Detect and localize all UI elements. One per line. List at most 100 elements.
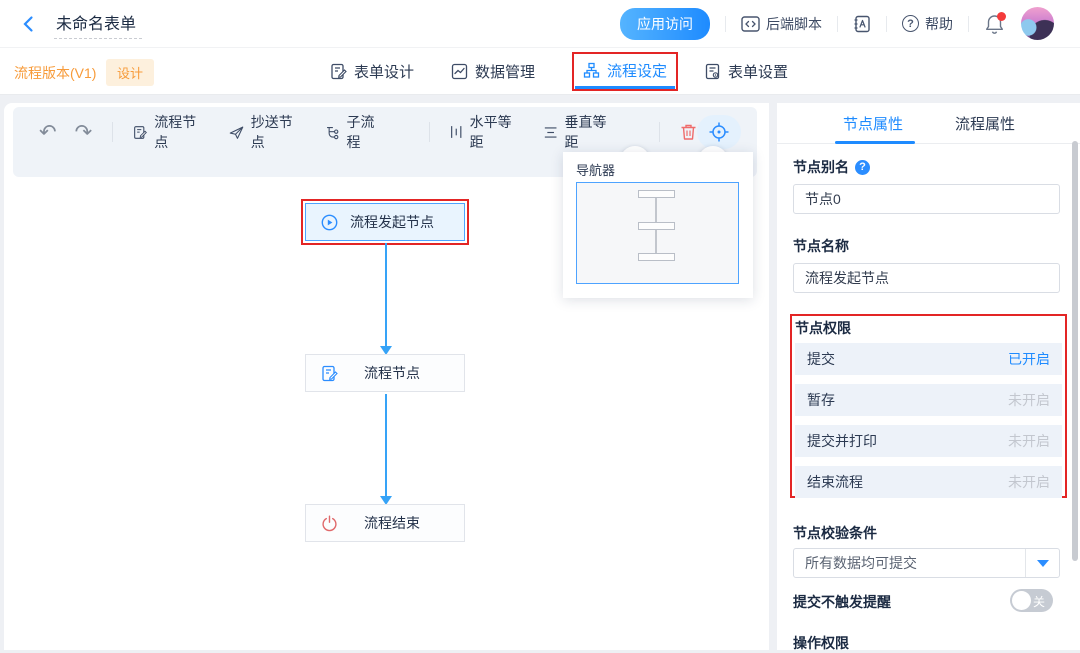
properties-panel: 节点属性 流程属性 节点别名 ? 节点名称 节点权限 提交 已开启 暂存 未开启…	[777, 103, 1080, 650]
backend-script-label: 后端脚本	[766, 14, 822, 34]
flow-end-node[interactable]: 流程结束	[305, 504, 465, 542]
sidebar-scrollbar[interactable]	[1072, 141, 1078, 561]
help-button[interactable]: ? 帮助	[902, 14, 953, 34]
main-tabs: 表单设计 数据管理 流程设定	[330, 48, 825, 95]
minimap-node	[638, 190, 675, 198]
tab-data-management[interactable]: 数据管理	[451, 61, 535, 82]
add-cc-node-button[interactable]: 抄送节点	[229, 112, 298, 152]
redo-button[interactable]: ↷	[75, 122, 93, 143]
sidebar-tabs: 节点属性 流程属性	[777, 103, 1080, 144]
subflow-icon	[325, 124, 339, 141]
tab-label: 流程设定	[607, 60, 667, 81]
app-access-button[interactable]: 应用访问	[620, 8, 710, 40]
code-icon	[741, 16, 760, 32]
tab-label: 表单设计	[354, 61, 414, 82]
divider	[725, 16, 726, 32]
paper-plane-icon	[229, 124, 244, 141]
permission-row-submit[interactable]: 提交 已开启	[795, 343, 1062, 375]
chevron-left-icon	[20, 15, 38, 33]
vertical-distribute-button[interactable]: 垂直等距	[544, 112, 611, 152]
notification-button[interactable]	[984, 13, 1006, 35]
permission-status: 已开启	[1008, 349, 1050, 369]
chevron-down-icon	[1037, 560, 1049, 567]
power-icon	[321, 515, 338, 532]
flow-node-icon	[321, 365, 338, 382]
toolbar-item-label: 流程节点	[154, 112, 201, 152]
add-flow-node-button[interactable]: 流程节点	[133, 112, 201, 152]
label-text: 操作权限	[793, 633, 849, 653]
toggle-knob	[1012, 591, 1031, 610]
divider	[112, 122, 113, 142]
connector-line	[385, 394, 387, 496]
divider	[429, 122, 430, 142]
minimap-connector	[655, 230, 657, 253]
select-caret-cell	[1025, 549, 1059, 577]
tab-label: 数据管理	[475, 61, 535, 82]
start-node-annotation: 流程发起节点	[301, 199, 469, 245]
tab-node-properties[interactable]: 节点属性	[843, 113, 903, 134]
horizontal-distribute-button[interactable]: 水平等距	[450, 112, 516, 152]
design-status-badge: 设计	[106, 59, 154, 86]
label-text: 节点别名	[793, 157, 849, 177]
tab-flow-settings[interactable]: 流程设定	[583, 60, 667, 81]
node-name-input[interactable]	[793, 263, 1060, 293]
play-circle-icon	[321, 214, 338, 231]
tab-label: 表单设置	[728, 61, 788, 82]
back-button[interactable]	[20, 15, 38, 33]
trash-icon	[680, 123, 697, 141]
toggle-off-label: 关	[1033, 593, 1045, 610]
locate-center-button[interactable]	[697, 115, 741, 149]
divider	[886, 16, 887, 32]
permission-status: 未开启	[1008, 472, 1050, 492]
select-value: 所有数据均可提交	[794, 553, 1025, 573]
divider	[659, 122, 660, 142]
tab-flow-settings-annotation: 流程设定	[572, 52, 678, 91]
tab-form-design[interactable]: 表单设计	[330, 61, 414, 82]
version-bar: 流程版本(V1) 设计 表单设计 数据管理	[0, 48, 1080, 95]
tab-form-settings[interactable]: 表单设置	[704, 61, 788, 82]
help-label: 帮助	[925, 14, 953, 34]
divider	[837, 16, 838, 32]
flow-start-node[interactable]: 流程发起节点	[305, 203, 465, 241]
label-text: 提交不触发提醒	[793, 592, 891, 612]
divider	[968, 16, 969, 32]
contact-book-button[interactable]	[853, 15, 871, 33]
permission-row-end-flow[interactable]: 结束流程 未开启	[795, 466, 1062, 498]
navigator-title: 导航器	[576, 160, 615, 179]
flow-version-label: 流程版本(V1)	[14, 63, 96, 83]
active-tab-underline	[575, 86, 675, 89]
permission-row-draft[interactable]: 暂存 未开启	[795, 384, 1062, 416]
minimap-node	[638, 253, 675, 261]
permission-row-submit-print[interactable]: 提交并打印 未开启	[795, 425, 1062, 457]
vertical-space-icon	[544, 125, 557, 140]
toolbar-item-label: 垂直等距	[565, 112, 612, 152]
node-permissions-annotation: 节点权限 提交 已开启 暂存 未开启 提交并打印 未开启 结束流程 未开启	[790, 314, 1067, 498]
add-subflow-button[interactable]: 子流程	[325, 112, 381, 152]
node-alias-label: 节点别名 ?	[793, 157, 870, 177]
form-title[interactable]: 未命名表单	[54, 8, 142, 39]
flow-node[interactable]: 流程节点	[305, 354, 465, 392]
operation-permission-label: 操作权限	[793, 633, 849, 653]
question-circle-icon: ?	[902, 15, 919, 32]
connector-line	[385, 243, 387, 346]
backend-script-button[interactable]: 后端脚本	[741, 14, 822, 34]
form-design-icon	[330, 63, 347, 80]
undo-button[interactable]: ↶	[39, 122, 57, 143]
permission-name: 暂存	[807, 390, 835, 410]
toolbar-item-label: 水平等距	[470, 112, 517, 152]
minimap-node	[638, 222, 675, 230]
flow-canvas[interactable]: ↶ ↷ 流程节点 抄送节点	[4, 103, 769, 650]
alias-help-icon[interactable]: ?	[855, 160, 870, 175]
crosshair-icon	[708, 121, 730, 143]
delete-node-button[interactable]	[680, 123, 697, 141]
user-avatar[interactable]	[1021, 7, 1054, 40]
validation-condition-select[interactable]: 所有数据均可提交	[793, 548, 1060, 578]
navigator-minimap[interactable]	[576, 182, 739, 284]
node-alias-input[interactable]	[793, 184, 1060, 214]
horizontal-space-icon	[450, 124, 462, 140]
minimap-connector	[655, 198, 657, 222]
topbar: 未命名表单 应用访问 后端脚本 ? 帮助	[0, 0, 1080, 48]
no-reminder-toggle[interactable]: 关	[1010, 589, 1053, 612]
tab-flow-properties[interactable]: 流程属性	[955, 113, 1015, 134]
navigator-panel: 导航器	[563, 152, 753, 298]
